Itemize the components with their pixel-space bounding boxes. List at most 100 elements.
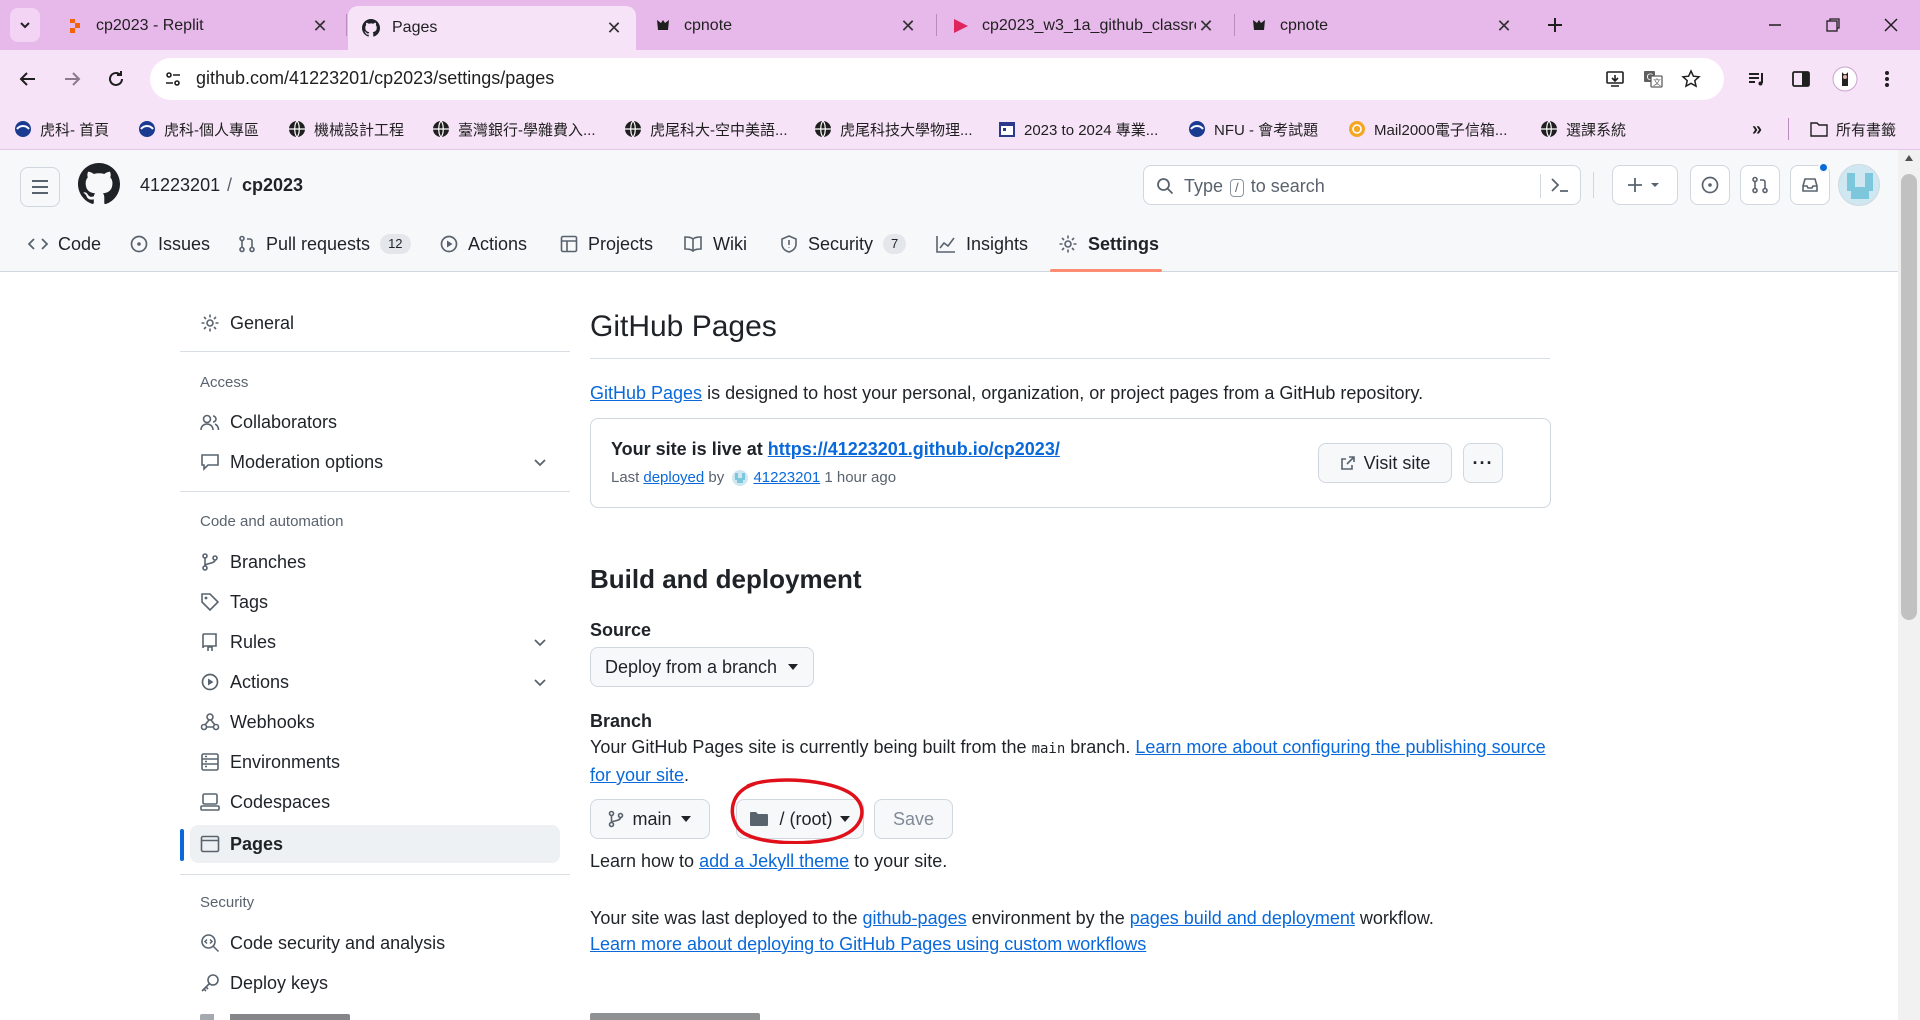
side-panel-icon[interactable]	[1786, 64, 1816, 94]
user-avatar[interactable]	[1838, 164, 1880, 206]
sidebar-item-environments[interactable]: Environments	[190, 743, 560, 781]
github-pages-link[interactable]: GitHub Pages	[590, 383, 702, 403]
tab-pull-requests[interactable]: Pull requests 12	[238, 228, 411, 260]
repo-link[interactable]: cp2023	[242, 175, 303, 196]
github-logo-icon[interactable]	[78, 163, 120, 205]
jekyll-theme-link[interactable]: add a Jekyll theme	[699, 851, 849, 871]
kebab-menu-icon[interactable]	[1872, 64, 1902, 94]
source-select[interactable]: Deploy from a branch	[590, 647, 814, 687]
menu-icon	[32, 180, 48, 194]
sidebar-item-code-security[interactable]: Code security and analysis	[190, 924, 560, 962]
workflow-link[interactable]: pages build and deployment	[1130, 908, 1355, 928]
custom-workflows-link[interactable]: Learn more about deploying to GitHub Pag…	[590, 934, 1146, 954]
sidebar-divider	[180, 874, 570, 875]
all-bookmarks-button[interactable]: 所有書籤	[1810, 116, 1896, 142]
sidebar-item-moderation-options[interactable]: Moderation options	[190, 443, 560, 481]
restore-icon	[1826, 18, 1840, 32]
bookmark-label: NFU - 會考試題	[1214, 121, 1319, 139]
back-button[interactable]	[10, 61, 46, 97]
security-counter: 7	[883, 234, 907, 254]
sidebar-item-rules[interactable]: Rules	[190, 623, 560, 661]
bookmark-item[interactable]: 2023 to 2024 專業...	[998, 116, 1158, 142]
close-icon[interactable]: ✕	[604, 18, 624, 38]
browser-tab-active[interactable]: Pages ✕	[348, 6, 636, 50]
bookmark-item[interactable]: 機械設計工程	[288, 116, 404, 142]
close-icon[interactable]: ✕	[898, 16, 918, 36]
sidebar-item-collaborators[interactable]: Collaborators	[190, 403, 560, 441]
github-pages-env-link[interactable]: github-pages	[863, 908, 967, 928]
play-icon	[440, 235, 458, 253]
sidebar-item-deploy-keys[interactable]: Deploy keys	[190, 964, 560, 1002]
tab-label: Code	[58, 233, 102, 254]
translate-icon[interactable]: G文	[1640, 66, 1666, 92]
close-icon[interactable]: ✕	[310, 16, 330, 36]
sidebar-item-actions[interactable]: Actions	[190, 663, 560, 701]
install-app-icon[interactable]	[1602, 66, 1628, 92]
pull-request-icon	[1752, 176, 1768, 194]
restore-button[interactable]	[1810, 8, 1856, 42]
sidebar-item-pages[interactable]: Pages	[190, 825, 560, 863]
site-url-link[interactable]: https://41223201.github.io/cp2023/	[768, 439, 1060, 459]
bookmark-item[interactable]: 虎科-個人專區	[138, 116, 259, 142]
sidebar-item-branches[interactable]: Branches	[190, 543, 560, 581]
more-bookmarks-button[interactable]: »	[1752, 116, 1762, 142]
custom-workflows-text: Learn more about deploying to GitHub Pag…	[590, 931, 1146, 957]
deployed-link[interactable]: deployed	[643, 469, 704, 486]
site-info-icon[interactable]	[158, 64, 188, 94]
owner-link[interactable]: 41223201	[140, 175, 220, 196]
hamburger-button[interactable]	[20, 167, 60, 207]
close-icon[interactable]: ✕	[1196, 16, 1216, 36]
bookmark-star-icon[interactable]	[1678, 66, 1704, 92]
deployer-user-link[interactable]: 41223201	[753, 469, 820, 486]
media-controls-icon[interactable]	[1742, 64, 1772, 94]
scrollbar-thumb[interactable]	[1901, 174, 1917, 620]
tab-settings[interactable]: Settings	[1058, 228, 1159, 260]
chevron-down-icon	[534, 459, 546, 467]
browser-tab[interactable]: cpnote ✕	[1236, 6, 1526, 46]
new-tab-button[interactable]	[1532, 8, 1578, 42]
bookmark-item[interactable]: Mail2000電子信箱...	[1348, 116, 1507, 142]
tab-search-button[interactable]	[10, 8, 40, 42]
bookmark-item[interactable]: 選課系統	[1540, 116, 1626, 142]
reload-button[interactable]	[98, 61, 134, 97]
forward-button[interactable]	[54, 61, 90, 97]
tab-wiki[interactable]: Wiki	[683, 228, 747, 260]
address-bar[interactable]: github.com/41223201/cp2023/settings/page…	[150, 58, 1724, 100]
pull-requests-button[interactable]	[1740, 165, 1780, 205]
tab-code[interactable]: Code	[28, 228, 101, 260]
tab-projects[interactable]: Projects	[560, 228, 653, 260]
browser-tab[interactable]: cp2023_w3_1a_github_classro ✕	[938, 6, 1228, 46]
bookmark-item[interactable]: NFU - 會考試題	[1188, 116, 1318, 142]
visit-site-button[interactable]: Visit site	[1318, 443, 1452, 483]
tab-issues[interactable]: Issues	[130, 228, 210, 260]
create-new-button[interactable]	[1612, 165, 1678, 205]
tab-label: Pull requests	[266, 233, 371, 254]
more-options-button[interactable]: ···	[1463, 443, 1503, 483]
tab-label: Insights	[966, 233, 1029, 254]
source-label: Source	[590, 620, 652, 640]
sidebar-item-webhooks[interactable]: Webhooks	[190, 703, 560, 741]
sidebar-item-codespaces[interactable]: Codespaces	[190, 783, 560, 821]
browser-tab[interactable]: cpnote ✕	[640, 6, 930, 46]
branch-select[interactable]: main	[590, 799, 710, 839]
browser-tab[interactable]: cp2023 - Replit ✕	[52, 6, 342, 46]
save-button[interactable]: Save	[874, 799, 953, 839]
tab-insights[interactable]: Insights	[936, 228, 1028, 260]
search-input[interactable]: Type / to search	[1143, 165, 1581, 205]
minimize-button[interactable]	[1752, 8, 1798, 42]
tab-security[interactable]: Security 7	[780, 228, 907, 260]
bookmark-item[interactable]: 臺灣銀行-學雜費入...	[432, 116, 596, 142]
close-icon[interactable]: ✕	[1494, 16, 1514, 36]
key-icon	[200, 973, 220, 993]
bookmark-item[interactable]: 虎尾科大-空中美語...	[624, 116, 788, 142]
sidebar-item-general[interactable]: General	[190, 304, 560, 342]
close-window-button[interactable]	[1868, 8, 1914, 42]
bookmark-item[interactable]: 虎科- 首頁	[14, 116, 109, 142]
gear-icon	[200, 313, 220, 333]
bookmark-label: 機械設計工程	[314, 121, 405, 139]
issues-button[interactable]	[1690, 165, 1730, 205]
bookmark-item[interactable]: 虎尾科技大學物理...	[814, 116, 973, 142]
tab-actions[interactable]: Actions	[440, 228, 527, 260]
profile-avatar-icon[interactable]	[1830, 64, 1860, 94]
sidebar-item-tags[interactable]: Tags	[190, 583, 560, 621]
